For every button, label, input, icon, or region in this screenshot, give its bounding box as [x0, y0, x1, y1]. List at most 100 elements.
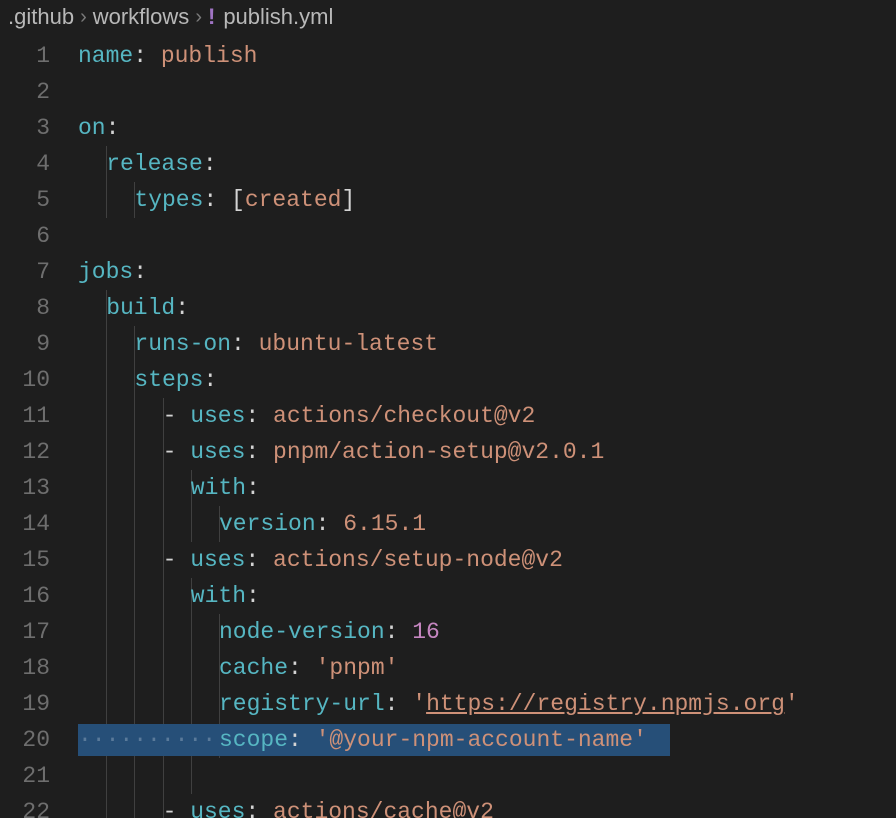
yaml-file-icon: ! — [208, 4, 215, 30]
code-content[interactable] — [78, 74, 896, 110]
code-content[interactable]: - uses: actions/cache@v2 — [78, 794, 896, 818]
code-line[interactable]: 18cache: 'pnpm' — [0, 650, 896, 686]
line-number: 14 — [0, 506, 78, 542]
code-line[interactable]: 9runs-on: ubuntu-latest — [0, 326, 896, 362]
token-dash: - — [163, 439, 191, 465]
code-content[interactable]: with: — [78, 578, 896, 614]
token-key: steps — [134, 367, 203, 393]
token-colon: : — [231, 331, 259, 357]
code-line[interactable]: 1name: publish — [0, 38, 896, 74]
breadcrumb-sep: › — [80, 6, 87, 29]
token-str: ' — [412, 691, 426, 717]
token-link: https://registry.npmjs.org — [426, 691, 785, 717]
code-content[interactable]: - uses: pnpm/action-setup@v2.0.1 — [78, 434, 896, 470]
code-content[interactable]: jobs: — [78, 254, 896, 290]
code-content[interactable] — [78, 758, 896, 794]
code-content[interactable]: runs-on: ubuntu-latest — [78, 326, 896, 362]
token-key: registry-url — [219, 691, 385, 717]
code-line[interactable]: 10steps: — [0, 362, 896, 398]
line-number: 18 — [0, 650, 78, 686]
token-key: node-version — [219, 619, 385, 645]
token-key: cache — [219, 655, 288, 681]
code-content[interactable]: version: 6.15.1 — [78, 506, 896, 542]
token-key: scope — [219, 727, 288, 753]
token-key: build — [106, 295, 175, 321]
code-content[interactable]: node-version: 16 — [78, 614, 896, 650]
code-line[interactable]: 5types: [created] — [0, 182, 896, 218]
code-line[interactable]: 3on: — [0, 110, 896, 146]
code-content[interactable]: - uses: actions/setup-node@v2 — [78, 542, 896, 578]
token-str: actions/setup-node@v2 — [273, 547, 563, 573]
line-number: 5 — [0, 182, 78, 218]
code-line[interactable]: 13with: — [0, 470, 896, 506]
token-key: version — [219, 511, 316, 537]
token-colon: : — [245, 439, 273, 465]
token-num: 16 — [412, 619, 440, 645]
token-str: actions/cache@v2 — [273, 799, 494, 818]
line-number: 9 — [0, 326, 78, 362]
line-number: 7 — [0, 254, 78, 290]
line-number: 17 — [0, 614, 78, 650]
code-content[interactable]: on: — [78, 110, 896, 146]
line-number: 20 — [0, 722, 78, 758]
code-line[interactable]: 19registry-url: 'https://registry.npmjs.… — [0, 686, 896, 722]
code-line[interactable]: 2 — [0, 74, 896, 110]
token-key: on — [78, 115, 106, 141]
line-number: 15 — [0, 542, 78, 578]
code-line[interactable]: 22- uses: actions/cache@v2 — [0, 794, 896, 818]
token-colon: : — [245, 403, 273, 429]
code-line[interactable]: 7jobs: — [0, 254, 896, 290]
code-content[interactable]: - uses: actions/checkout@v2 — [78, 398, 896, 434]
token-key: uses — [190, 547, 245, 573]
token-key: release — [106, 151, 203, 177]
code-content[interactable]: types: [created] — [78, 182, 896, 218]
code-editor[interactable]: 1name: publish23on:4release:5types: [cre… — [0, 38, 896, 818]
token-str: created — [245, 187, 342, 213]
code-line[interactable]: 21 — [0, 758, 896, 794]
breadcrumb-part[interactable]: workflows — [93, 4, 190, 30]
code-line[interactable]: 12- uses: pnpm/action-setup@v2.0.1 — [0, 434, 896, 470]
token-dash: - — [163, 403, 191, 429]
code-line[interactable]: 20··········scope: '@your-npm-account-na… — [0, 722, 896, 758]
token-colon: : — [385, 619, 413, 645]
breadcrumb[interactable]: .github › workflows › ! publish.yml — [0, 0, 896, 38]
token-colon: : — [288, 727, 316, 753]
token-str: 'pnpm' — [316, 655, 399, 681]
breadcrumb-file[interactable]: ! publish.yml — [208, 4, 333, 30]
token-punc: ] — [341, 187, 355, 213]
code-content[interactable]: name: publish — [78, 38, 896, 74]
token-str: ' — [785, 691, 799, 717]
token-colon: : — [133, 43, 161, 69]
token-colon: : — [133, 259, 147, 285]
token-str: publish — [161, 43, 258, 69]
line-number: 3 — [0, 110, 78, 146]
token-key: name — [78, 43, 133, 69]
token-str: 6.15.1 — [343, 511, 426, 537]
code-line[interactable]: 8build: — [0, 290, 896, 326]
code-content[interactable]: with: — [78, 470, 896, 506]
code-line[interactable]: 16with: — [0, 578, 896, 614]
token-key: with — [191, 475, 246, 501]
token-colon: : — [385, 691, 413, 717]
breadcrumb-part[interactable]: .github — [8, 4, 74, 30]
token-key: uses — [190, 403, 245, 429]
code-content[interactable] — [78, 218, 896, 254]
line-number: 11 — [0, 398, 78, 434]
code-content[interactable]: ··········scope: '@your-npm-account-name… — [78, 722, 896, 758]
code-content[interactable]: release: — [78, 146, 896, 182]
code-content[interactable]: build: — [78, 290, 896, 326]
code-content[interactable]: cache: 'pnpm' — [78, 650, 896, 686]
token-str: ubuntu-latest — [259, 331, 438, 357]
token-key: with — [191, 583, 246, 609]
code-content[interactable]: registry-url: 'https://registry.npmjs.or… — [78, 686, 896, 722]
code-line[interactable]: 15- uses: actions/setup-node@v2 — [0, 542, 896, 578]
line-number: 8 — [0, 290, 78, 326]
code-content[interactable]: steps: — [78, 362, 896, 398]
code-line[interactable]: 14version: 6.15.1 — [0, 506, 896, 542]
code-line[interactable]: 17node-version: 16 — [0, 614, 896, 650]
code-line[interactable]: 11- uses: actions/checkout@v2 — [0, 398, 896, 434]
code-line[interactable]: 6 — [0, 218, 896, 254]
code-line[interactable]: 4release: — [0, 146, 896, 182]
token-colon: : — [246, 475, 260, 501]
token-dash: - — [163, 799, 191, 818]
